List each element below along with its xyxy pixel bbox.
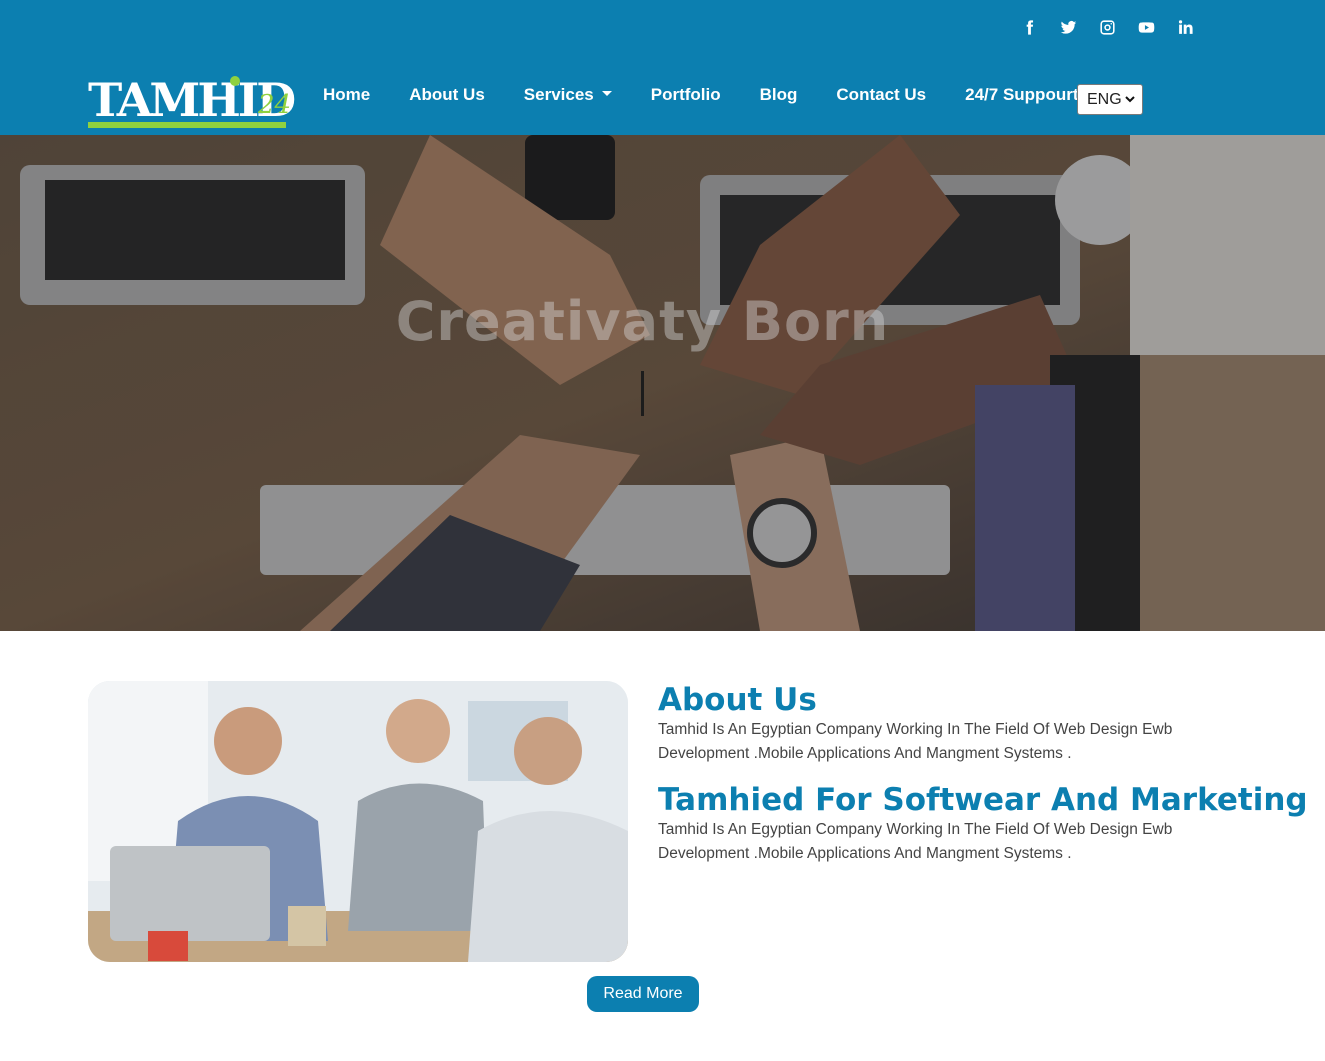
site-header: TAMHID 24 Home About Us Services Portfol… [0,0,1325,135]
hero-banner: Creativaty Born [0,135,1325,631]
language-select[interactable]: ENG [1077,84,1143,115]
typing-cursor [641,371,644,416]
chevron-down-icon [1125,96,1135,103]
nav-services-dropdown[interactable]: Services [524,84,612,106]
about-subtitle: Tamhied For Softwear And Marketing [658,782,1308,818]
nav-portfolio[interactable]: Portfolio [651,84,721,106]
language-selected-value: ENG [1087,90,1122,108]
logo-dot [230,76,240,86]
nav-about[interactable]: About Us [409,84,485,106]
linkedin-icon[interactable] [1166,16,1205,38]
about-description: Tamhid Is An Egyptian Company Working In… [658,721,1173,762]
nav-home[interactable]: Home [323,84,370,106]
main-nav: Home About Us Services Portfolio Blog Co… [323,84,1118,106]
about-description-2: Tamhid Is An Egyptian Company Working In… [658,821,1173,862]
youtube-icon[interactable] [1127,16,1166,38]
tamhid-logo[interactable]: TAMHID 24 [88,76,296,130]
nav-contact[interactable]: Contact Us [836,84,926,106]
hero-overlay [0,135,1325,631]
facebook-icon[interactable] [1010,16,1049,38]
twitter-icon[interactable] [1049,16,1088,38]
handshake-photo [88,681,628,962]
instagram-icon[interactable] [1088,16,1127,38]
nav-blog[interactable]: Blog [760,84,798,106]
logo-underline [88,122,286,128]
nav-support[interactable]: 24/7 Suppourt [965,84,1078,106]
about-image [88,681,628,962]
social-links [1010,16,1205,38]
hero-title: Creativaty Born [395,290,890,353]
logo-suffix: 24 [258,90,292,120]
about-title: About Us [658,682,817,718]
read-more-button[interactable]: Read More [587,976,699,1012]
